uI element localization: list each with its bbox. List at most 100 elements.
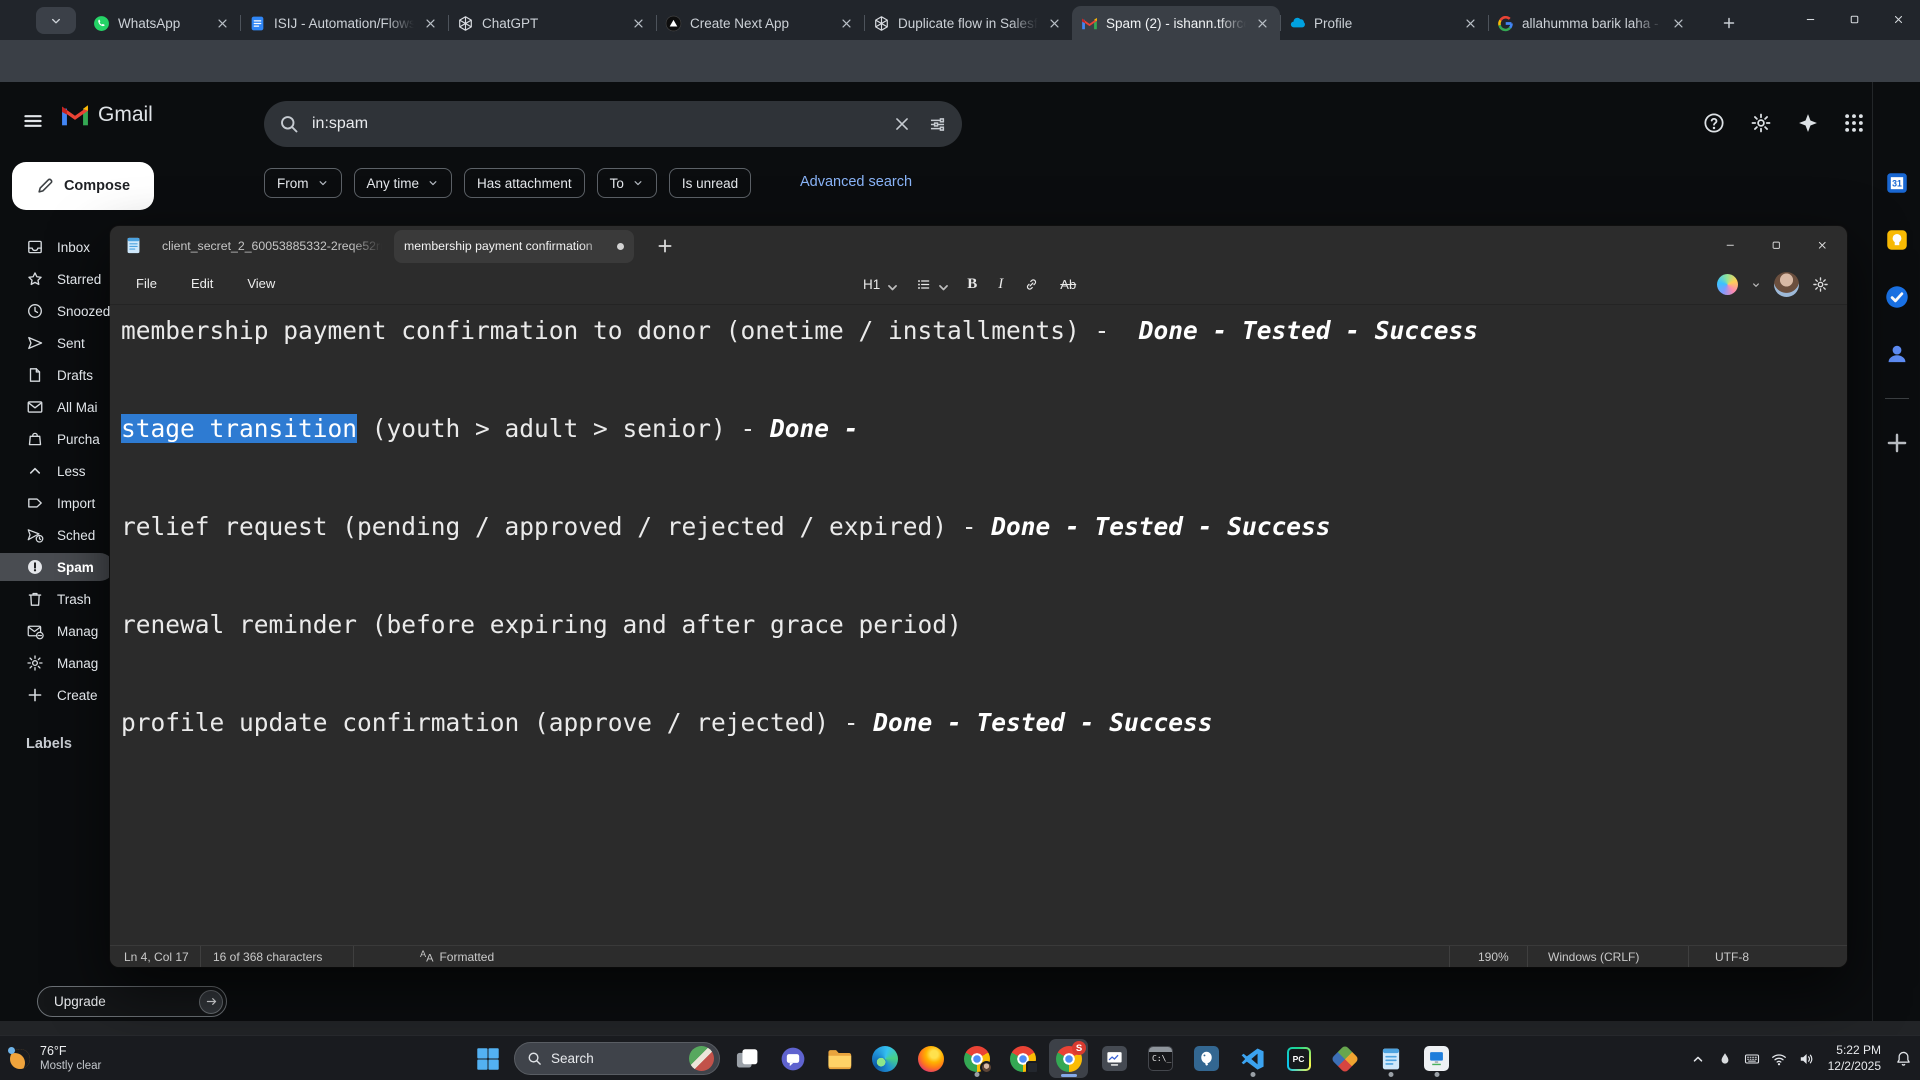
close-button[interactable] [1876, 0, 1920, 38]
filter-chip-is-unread[interactable]: Is unread [668, 168, 752, 198]
tab-close-icon[interactable] [422, 15, 439, 32]
taskbar-notepad-app[interactable] [1371, 1039, 1410, 1078]
taskbar-chat[interactable] [773, 1039, 812, 1078]
sidebar-item-spam[interactable]: Spam [0, 551, 118, 583]
wifi-icon[interactable] [1771, 1051, 1787, 1067]
side-panel-contacts-icon[interactable] [1884, 341, 1910, 367]
taskbar-taskpro[interactable] [1417, 1039, 1456, 1078]
sidebar-item-less[interactable]: Less [0, 455, 118, 487]
search-value[interactable]: in:spam [312, 115, 880, 133]
upgrade-button[interactable]: Upgrade [37, 986, 227, 1017]
side-panel-get-addons-icon[interactable] [1884, 430, 1910, 456]
taskbar-file-explorer[interactable] [819, 1039, 858, 1078]
side-panel-keep-icon[interactable] [1884, 227, 1910, 253]
copilot-icon[interactable] [1717, 274, 1738, 295]
tab-close-icon[interactable] [1462, 15, 1479, 32]
tab-close-icon[interactable] [214, 15, 231, 32]
arrow-right-icon[interactable] [199, 989, 223, 1014]
browser-tab-create-next-app[interactable]: Create Next App [656, 6, 864, 40]
browser-tab-duplicate-flow-in-salesfor[interactable]: Duplicate flow in Salesfor [864, 6, 1072, 40]
browser-tab-isij-automation-flows-s[interactable]: ISIJ - Automation/Flows S [240, 6, 448, 40]
taskbar-diagrams[interactable] [1325, 1039, 1364, 1078]
menu-file[interactable]: File [124, 272, 169, 295]
list-style-button[interactable] [911, 271, 951, 298]
notifications-bell-icon[interactable] [1895, 1050, 1912, 1067]
taskbar-clock[interactable]: 5:22 PM 12/2/2025 [1828, 1043, 1881, 1074]
notepad-editor[interactable]: membership payment confirmation to donor… [110, 305, 1847, 945]
insert-link-button[interactable] [1019, 271, 1044, 298]
browser-tab-profile[interactable]: Profile [1280, 6, 1488, 40]
search-options-icon[interactable] [928, 115, 947, 134]
help-icon[interactable] [1703, 112, 1725, 134]
sidebar-item-all-mai[interactable]: All Mai [0, 391, 118, 423]
sidebar-item-sched[interactable]: Sched [0, 519, 118, 551]
menu-view[interactable]: View [235, 272, 287, 295]
bold-button[interactable]: B [962, 271, 982, 298]
browser-tab-chatgpt[interactable]: ChatGPT [448, 6, 656, 40]
tab-close-icon[interactable] [1046, 15, 1063, 32]
taskbar-weather-widget[interactable]: 76°F Mostly clear [8, 1036, 101, 1080]
taskbar-chrome-profile-a[interactable] [957, 1039, 996, 1078]
tab-close-icon[interactable] [1670, 15, 1687, 32]
taskbar-terminal[interactable]: C:\_ [1141, 1039, 1180, 1078]
taskbar-chrome-profile-c[interactable]: S [1049, 1039, 1088, 1078]
sidebar-item-purcha[interactable]: Purcha [0, 423, 118, 455]
side-panel-calendar-icon[interactable]: 31 [1884, 170, 1910, 196]
line-ending[interactable]: Windows (CRLF) [1527, 946, 1688, 967]
clear-search-icon[interactable] [893, 115, 911, 133]
filter-chip-any-time[interactable]: Any time [353, 168, 453, 198]
clear-formatting-button[interactable]: Ab [1055, 271, 1081, 298]
taskbar-chrome-profile-b[interactable] [1003, 1039, 1042, 1078]
italic-button[interactable]: I [993, 271, 1008, 298]
settings-gear-icon[interactable] [1750, 112, 1772, 134]
new-tab-button[interactable] [1714, 8, 1744, 38]
sidebar-item-sent[interactable]: Sent [0, 327, 118, 359]
sidebar-item-manag[interactable]: Manag [0, 615, 118, 647]
sidebar-item-starred[interactable]: Starred [0, 263, 118, 295]
heading-style-button[interactable]: H1 [858, 271, 900, 298]
taskbar-postgresql[interactable] [1187, 1039, 1226, 1078]
sidebar-item-manag[interactable]: Manag [0, 647, 118, 679]
taskbar-vscode[interactable] [1233, 1039, 1272, 1078]
taskbar-task-view[interactable] [727, 1039, 766, 1078]
tray-expand-icon[interactable] [1690, 1051, 1706, 1067]
google-apps-grid-icon[interactable] [1843, 112, 1865, 134]
sidebar-item-trash[interactable]: Trash [0, 583, 118, 615]
filter-chip-to[interactable]: To [596, 168, 657, 198]
chevron-down-icon[interactable] [1751, 280, 1761, 290]
advanced-search-link[interactable]: Advanced search [800, 174, 912, 190]
menu-edit[interactable]: Edit [179, 272, 225, 295]
gemini-sparkle-icon[interactable] [1797, 112, 1819, 134]
notepad-maximize-button[interactable] [1753, 226, 1799, 264]
main-menu-icon[interactable] [22, 110, 44, 132]
browser-tab-spam-2-ishann-tforce[interactable]: Spam (2) - ishann.tforce@ [1072, 6, 1280, 40]
minimize-button[interactable] [1788, 0, 1832, 38]
taskbar-search[interactable]: Search [514, 1042, 720, 1075]
sidebar-item-create[interactable]: Create [0, 679, 118, 711]
notepad-tab-membership-payment-confirmation[interactable]: membership payment confirmation [394, 229, 634, 263]
zoom-level[interactable]: 190% [1449, 946, 1527, 967]
notepad-close-button[interactable] [1799, 226, 1845, 264]
search-icon[interactable] [279, 114, 299, 134]
sidebar-item-drafts[interactable]: Drafts [0, 359, 118, 391]
touch-keyboard-icon[interactable] [1744, 1051, 1760, 1067]
taskbar-edge[interactable] [865, 1039, 904, 1078]
sidebar-item-snoozed[interactable]: Snoozed [0, 295, 118, 327]
sidebar-item-import[interactable]: Import [0, 487, 118, 519]
taskbar-pycharm[interactable]: PC [1279, 1039, 1318, 1078]
volume-icon[interactable] [1798, 1051, 1814, 1067]
taskbar-start-button[interactable] [468, 1039, 507, 1078]
taskbar-firefox[interactable] [911, 1039, 950, 1078]
filter-chip-has-attachment[interactable]: Has attachment [464, 168, 585, 198]
tab-search-button[interactable] [36, 7, 76, 34]
taskbar-monitor-app[interactable] [1095, 1039, 1134, 1078]
notepad-minimize-button[interactable] [1707, 226, 1753, 264]
sidebar-item-inbox[interactable]: Inbox [0, 231, 118, 263]
compose-button[interactable]: Compose [12, 162, 154, 210]
tab-close-icon[interactable] [838, 15, 855, 32]
search-input[interactable]: in:spam [264, 101, 962, 147]
maximize-button[interactable] [1832, 0, 1876, 38]
side-panel-tasks-icon[interactable] [1884, 284, 1910, 310]
notepad-account-avatar[interactable] [1774, 272, 1799, 297]
format-mode[interactable]: AA Formatted [353, 946, 613, 967]
